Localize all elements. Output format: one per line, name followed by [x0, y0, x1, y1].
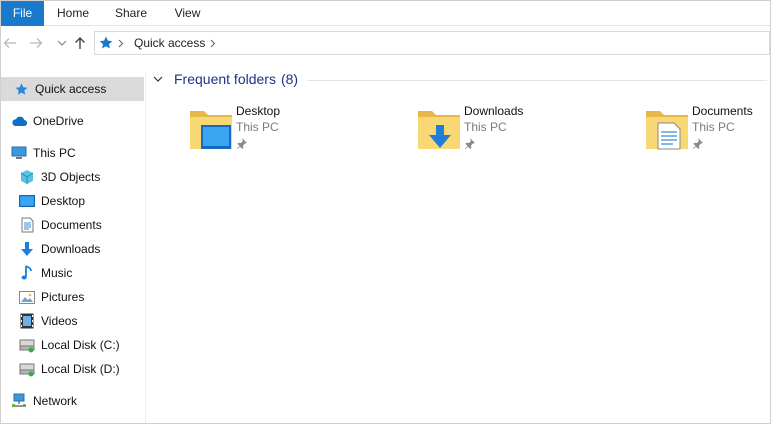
- sidebar-item-label: Local Disk (C:): [41, 338, 120, 352]
- computer-icon: [11, 145, 27, 161]
- tab-view[interactable]: View: [160, 1, 215, 26]
- folder-name: Desktop: [236, 104, 281, 118]
- sidebar-item-label: Music: [41, 266, 73, 280]
- desktop-icon: [19, 193, 35, 209]
- ribbon-tab-bar: File Home Share View: [1, 1, 770, 26]
- sidebar-item-this-pc[interactable]: This PC: [1, 141, 76, 165]
- chevron-down-icon: [57, 40, 67, 46]
- sidebar-item-pictures[interactable]: Pictures: [1, 285, 84, 309]
- file-explorer-window: File Home Share View Quick access Quick …: [0, 0, 771, 424]
- sidebar-item-videos[interactable]: Videos: [1, 309, 77, 333]
- group-divider: [307, 80, 767, 81]
- sidebar-item-quick-access[interactable]: Quick access: [1, 77, 144, 101]
- group-title: Frequent folders: [174, 71, 276, 87]
- sidebar-item-label: Network: [33, 394, 78, 408]
- folder-tile-documents[interactable]: Documents This PC: [645, 101, 771, 157]
- forward-button[interactable]: [27, 34, 45, 52]
- quick-access-star-icon: [98, 35, 114, 51]
- sidebar-item-label: Videos: [41, 314, 78, 328]
- address-bar[interactable]: Quick access: [94, 31, 770, 55]
- tab-share[interactable]: Share: [102, 1, 160, 26]
- breadcrumb-separator-icon[interactable]: [210, 35, 216, 51]
- sidebar-item-label: Quick access: [35, 82, 107, 96]
- picture-icon: [19, 289, 35, 305]
- star-icon: [13, 81, 29, 97]
- chevron-down-icon[interactable]: [153, 73, 165, 85]
- tab-home[interactable]: Home: [44, 1, 102, 26]
- sidebar-item-label: Pictures: [41, 290, 85, 304]
- breadcrumb-quick-access[interactable]: Quick access: [134, 32, 205, 54]
- forward-arrow-icon: [30, 38, 43, 48]
- folder-location: This PC: [236, 120, 279, 134]
- sidebar-item-label: 3D Objects: [41, 170, 101, 184]
- drive-icon: [19, 337, 35, 353]
- sidebar-item-label: Documents: [41, 218, 102, 232]
- back-arrow-icon: [3, 38, 16, 48]
- sidebar-item-label: Local Disk (D:): [41, 362, 120, 376]
- recent-locations-button[interactable]: [53, 34, 71, 52]
- sidebar-item-onedrive[interactable]: OneDrive: [1, 109, 84, 133]
- navigation-bar: Quick access: [1, 26, 770, 60]
- folder-name: Downloads: [464, 104, 524, 118]
- pin-icon[interactable]: [692, 137, 704, 149]
- sidebar-item-local-disk-c[interactable]: Local Disk (C:): [1, 333, 120, 357]
- sidebar-item-music[interactable]: Music: [1, 261, 72, 285]
- pin-icon[interactable]: [464, 137, 476, 149]
- sidebar-item-downloads[interactable]: Downloads: [1, 237, 100, 261]
- sidebar-item-desktop[interactable]: Desktop: [1, 189, 85, 213]
- content-area: Frequent folders (8) Desktop This PC Dow…: [147, 61, 770, 423]
- breadcrumb-separator-icon[interactable]: [118, 35, 124, 51]
- sidebar-item-label: This PC: [33, 146, 76, 160]
- sidebar-item-network[interactable]: Network: [1, 389, 77, 413]
- sidebar-item-label: Downloads: [41, 242, 101, 256]
- sidebar-item-3d-objects[interactable]: 3D Objects: [1, 165, 100, 189]
- folder-tile-downloads[interactable]: Downloads This PC: [417, 101, 617, 157]
- folder-location: This PC: [692, 120, 735, 134]
- up-button[interactable]: [71, 34, 89, 52]
- pin-icon[interactable]: [236, 137, 248, 149]
- drive-icon: [19, 361, 35, 377]
- back-button[interactable]: [1, 34, 19, 52]
- folder-tile-desktop[interactable]: Desktop This PC: [189, 101, 389, 157]
- sidebar-item-label: Desktop: [41, 194, 86, 208]
- cloud-icon: [11, 113, 27, 129]
- frequent-folders-header[interactable]: Frequent folders (8): [153, 70, 298, 88]
- cube-icon: [19, 169, 35, 185]
- group-count: (8): [280, 71, 299, 87]
- documents-folder-icon: [645, 105, 689, 153]
- music-note-icon: [19, 265, 35, 281]
- document-icon: [19, 217, 35, 233]
- folder-location: This PC: [464, 120, 507, 134]
- up-arrow-icon: [75, 37, 85, 49]
- navigation-pane: Quick access OneDrive This PC 3D Objects: [1, 73, 146, 423]
- sidebar-item-label: OneDrive: [33, 114, 84, 128]
- sidebar-item-local-disk-d[interactable]: Local Disk (D:): [1, 357, 120, 381]
- download-arrow-icon: [19, 241, 35, 257]
- folder-name: Documents: [692, 104, 753, 118]
- desktop-folder-icon: [189, 105, 233, 153]
- downloads-folder-icon: [417, 105, 461, 153]
- tab-file[interactable]: File: [1, 1, 44, 26]
- film-icon: [19, 313, 35, 329]
- network-icon: [11, 393, 27, 409]
- sidebar-item-documents[interactable]: Documents: [1, 213, 102, 237]
